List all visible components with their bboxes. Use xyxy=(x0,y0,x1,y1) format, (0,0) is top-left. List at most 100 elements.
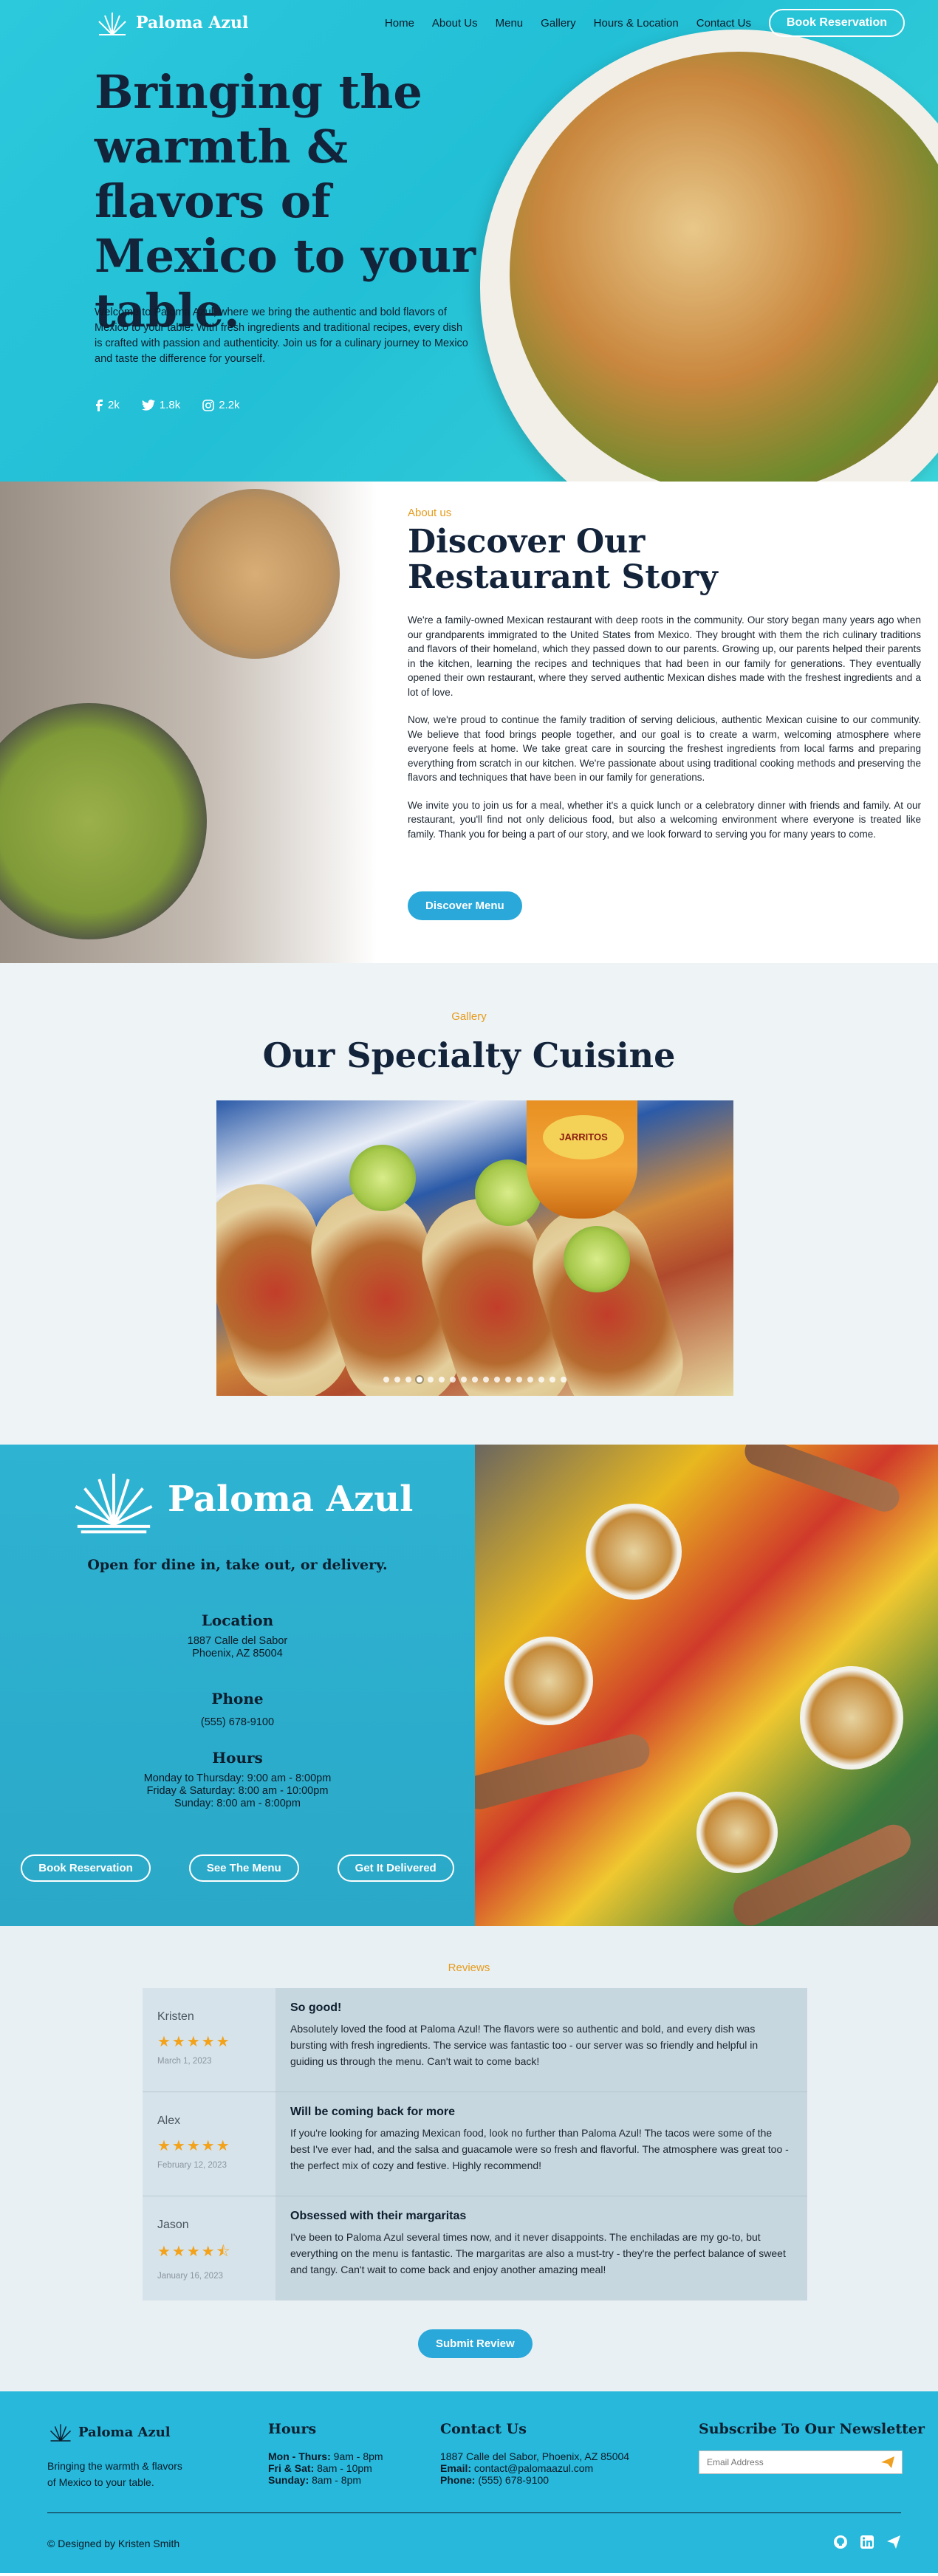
twitter-count: 1.8k xyxy=(159,399,181,411)
carousel-dot[interactable] xyxy=(483,1377,489,1383)
email-label: Email: xyxy=(440,2462,472,2474)
hours-line-3: Sunday: 8:00 am - 8:00pm xyxy=(174,1798,301,1809)
send-icon[interactable] xyxy=(881,2456,894,2468)
carousel-dot[interactable] xyxy=(405,1377,411,1383)
carousel-dot[interactable] xyxy=(461,1377,467,1383)
linkedin-icon[interactable] xyxy=(860,2535,874,2549)
nav-gallery[interactable]: Gallery xyxy=(541,17,576,30)
get-delivered-button[interactable]: Get It Delivered xyxy=(337,1854,454,1882)
footer-contact-heading: Contact Us xyxy=(440,2421,527,2437)
nav-about[interactable]: About Us xyxy=(432,17,478,30)
twitter-icon xyxy=(141,400,155,411)
carousel-dot[interactable] xyxy=(450,1377,456,1383)
star-rating: ★★★★⯪ xyxy=(157,2244,232,2260)
footer-email[interactable]: Email: contact@palomaazul.com xyxy=(440,2462,629,2474)
newsletter-heading: Subscribe To Our Newsletter xyxy=(699,2421,925,2437)
gallery-carousel-image[interactable]: JARRITOS xyxy=(216,1100,733,1396)
facebook-count: 2k xyxy=(108,399,120,411)
nav-hours-location[interactable]: Hours & Location xyxy=(594,17,679,30)
plate xyxy=(504,1637,593,1725)
carousel-dot[interactable] xyxy=(383,1377,389,1383)
footer-hours-heading: Hours xyxy=(268,2421,317,2437)
review-title: Will be coming back for more xyxy=(290,2106,456,2118)
arm xyxy=(475,1730,654,1813)
review-text: I've been to Paloma Azul several times n… xyxy=(290,2231,786,2275)
carousel-dot[interactable] xyxy=(494,1377,500,1383)
see-menu-button[interactable]: See The Menu xyxy=(188,1854,299,1882)
reviewer-name: Jason xyxy=(157,2219,189,2231)
book-reservation-button[interactable]: Book Reservation xyxy=(768,9,905,37)
carousel-dot[interactable] xyxy=(527,1377,533,1383)
review-date: February 12, 2023 xyxy=(157,2161,227,2170)
hero-title: Bringing the warmth & flavors of Mexico … xyxy=(95,65,476,338)
newsletter-email-input[interactable] xyxy=(707,2457,881,2467)
carousel-dot[interactable] xyxy=(561,1377,566,1383)
hours-days: Mon - Thurs: xyxy=(268,2450,331,2462)
footer-phone[interactable]: Phone: (555) 678-9100 xyxy=(440,2474,629,2486)
carousel-dot[interactable] xyxy=(516,1377,522,1383)
footer-divider xyxy=(47,2512,901,2513)
carousel-dot[interactable] xyxy=(394,1377,400,1383)
reviews-eyebrow: Reviews xyxy=(448,1962,490,1974)
nav-contact[interactable]: Contact Us xyxy=(696,17,751,30)
bottle-label: JARRITOS xyxy=(543,1115,624,1159)
social-counts: 2k 1.8k 2.2k xyxy=(95,399,240,411)
carousel-dot[interactable] xyxy=(417,1377,422,1383)
footer-newsletter: Subscribe To Our Newsletter xyxy=(699,2421,925,2474)
nav-menu[interactable]: Menu xyxy=(496,17,524,30)
top-nav: Paloma Azul Home About Us Menu Gallery H… xyxy=(0,0,938,46)
carousel-dot[interactable] xyxy=(505,1377,511,1383)
about-paragraph: We're a family-owned Mexican restaurant … xyxy=(408,614,921,698)
review-title: Obsessed with their margaritas xyxy=(290,2210,467,2222)
send-icon[interactable] xyxy=(886,2535,901,2549)
carousel-dot[interactable] xyxy=(428,1377,434,1383)
nav-links: Home About Us Menu Gallery Hours & Locat… xyxy=(385,9,905,37)
about-paragraphs: We're a family-owned Mexican restaurant … xyxy=(408,613,921,854)
instagram-icon xyxy=(202,399,215,411)
hours-time: 8am - 8pm xyxy=(309,2474,362,2486)
hero-text: Welcome to Paloma Azul, where we bring t… xyxy=(95,306,468,365)
phone-number[interactable]: (555) 678-9100 xyxy=(0,1716,475,1729)
book-reservation-button[interactable]: Book Reservation xyxy=(21,1854,151,1882)
footer-social-icons xyxy=(833,2535,901,2549)
plate xyxy=(586,1504,682,1600)
hero-section: Paloma Azul Home About Us Menu Gallery H… xyxy=(0,0,938,482)
carousel-dot[interactable] xyxy=(439,1377,445,1383)
star-rating: ★★★★★ xyxy=(157,2034,231,2050)
github-icon[interactable] xyxy=(833,2535,848,2549)
carousel-dot[interactable] xyxy=(472,1377,478,1383)
carousel-dot[interactable] xyxy=(550,1377,555,1383)
info-buttons: Book Reservation See The Menu Get It Del… xyxy=(0,1854,475,1882)
footer-hours-line: Fri & Sat: 8am - 10pm xyxy=(268,2462,383,2474)
nav-home[interactable]: Home xyxy=(385,17,414,30)
about-section: About us Discover Our Restaurant Story W… xyxy=(0,482,938,963)
info-logo: Paloma Azul xyxy=(70,1462,413,1536)
review-date: January 16, 2023 xyxy=(157,2272,223,2281)
social-facebook[interactable]: 2k xyxy=(95,399,120,411)
review-text: Absolutely loved the food at Paloma Azul… xyxy=(290,2023,759,2067)
reviewer-name: Kristen xyxy=(157,2010,194,2023)
address-line-1: 1887 Calle del Sabor xyxy=(187,1635,288,1647)
phone-label: Phone: xyxy=(440,2474,476,2486)
brand-logo[interactable]: Paloma Azul xyxy=(95,8,248,38)
info-panel: Paloma Azul Open for dine in, take out, … xyxy=(0,1445,475,1926)
about-paragraph: Now, we're proud to continue the family … xyxy=(408,714,921,783)
submit-review-button[interactable]: Submit Review xyxy=(418,2329,533,2358)
review-body: So good! Absolutely loved the food at Pa… xyxy=(275,1988,807,2092)
location-block: Location 1887 Calle del Sabor Phoenix, A… xyxy=(0,1611,475,1660)
dining-table-image xyxy=(475,1445,938,1926)
about-guacamole-image xyxy=(0,482,377,963)
footer-hours-line: Sunday: 8am - 8pm xyxy=(268,2474,383,2486)
social-instagram[interactable]: 2.2k xyxy=(202,399,240,411)
discover-menu-button[interactable]: Discover Menu xyxy=(408,891,522,920)
review-text: If you're looking for amazing Mexican fo… xyxy=(290,2127,789,2171)
review-item: Alex ★★★★★ February 12, 2023 Will be com… xyxy=(143,2092,807,2196)
gallery-section: Gallery Our Specialty Cuisine JARRITOS xyxy=(0,963,938,1445)
info-section: Paloma Azul Open for dine in, take out, … xyxy=(0,1445,938,1926)
review-meta: Jason ★★★★⯪ January 16, 2023 xyxy=(143,2196,275,2301)
footer-brand[interactable]: Paloma Azul xyxy=(47,2421,171,2443)
social-twitter[interactable]: 1.8k xyxy=(141,399,181,411)
newsletter-form xyxy=(699,2450,903,2474)
carousel-dot[interactable] xyxy=(538,1377,544,1383)
facebook-icon xyxy=(96,399,103,411)
